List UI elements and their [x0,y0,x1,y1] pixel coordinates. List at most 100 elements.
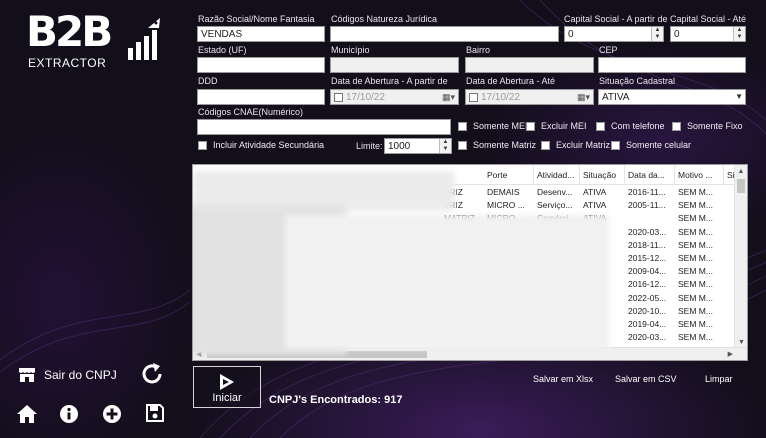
table-cell-data: 2018-11... [628,239,666,250]
calendar-icon[interactable]: ▦▾ [442,92,455,103]
salvar-csv-button[interactable]: Salvar em CSV [615,374,677,384]
table-cell-motivo: SEM M... [678,239,713,250]
table-cell-data: 2016-12... [628,279,667,290]
table-cell-data [625,212,675,225]
estado-input[interactable] [197,57,325,73]
iniciar-button[interactable]: Iniciar [193,366,261,408]
table-cell-data: 2022-05... [628,292,667,303]
estado-label: Estado (UF) [198,45,247,55]
somente-celular-checkbox[interactable]: Somente celular [611,140,691,150]
incluir-secundaria-checkbox[interactable]: Incluir Atividade Secundária [198,140,324,150]
scroll-right-icon[interactable]: ▶ [728,348,733,360]
cep-input[interactable] [598,57,746,73]
situacao-value: ATIVA [602,92,630,103]
cnae-input[interactable] [197,119,451,135]
table-cell-data: 2020-03... [628,332,667,343]
table-cell-motivo: SEM M... [678,187,713,197]
limite-input[interactable]: 1000 ▲ ▼ [384,138,452,154]
capital-max-spinner[interactable]: ▲ ▼ [733,27,745,41]
found-count: CNPJ's Encontrados: 917 [269,394,403,406]
store-exit-icon [19,368,35,382]
scrollbar-thumb[interactable] [737,179,745,193]
capital-max-label: Capital Social - Até [670,14,747,24]
bairro-label: Bairro [466,45,491,55]
save-icon[interactable] [146,404,164,422]
ddd-label: DDD [198,76,218,86]
logo-text: B2B [26,7,113,56]
table-cell-situacao: ATIVA [583,200,607,211]
capital-min-spinner[interactable]: ▲ ▼ [651,27,663,41]
redacted-area [285,215,609,349]
excluir-matriz-checkbox[interactable]: Excluir Matriz [541,140,610,150]
table-cell-motivo: SEM M... [678,279,713,290]
abertura-max-checkbox[interactable] [469,92,478,102]
capital-max-input[interactable]: 0 ▲ ▼ [670,26,746,42]
abertura-min-value: 17/10/22 [346,92,385,103]
calendar-icon[interactable]: ▦▾ [577,92,590,103]
sair-cnpj-label: Sair do CNPJ [44,368,117,382]
table-cell-porte: MICRO ... [487,200,525,211]
limpar-button[interactable]: Limpar [705,374,733,384]
municipio-input[interactable] [330,57,459,73]
com-telefone-checkbox[interactable]: Com telefone [596,121,665,131]
vertical-scrollbar[interactable]: ▲ ▼ [734,165,747,349]
table-cell-data: 2020-10... [628,305,667,316]
somente-mei-checkbox[interactable]: Somente MEI [458,121,528,131]
table-cell-motivo: SEM M... [678,200,713,211]
table-cell-motivo: SEM M... [678,266,713,277]
bairro-input[interactable] [465,57,594,73]
rocket-icon [128,18,160,60]
table-cell-data: 2009-04... [628,266,667,277]
table-cell-data: 2005-11... [628,200,666,211]
situacao-label: Situação Cadastral [599,76,676,86]
iniciar-label: Iniciar [212,392,242,404]
col-porte[interactable]: Porte [484,165,534,185]
table-cell-situacao: ATIVA [583,187,607,197]
razao-input[interactable]: VENDAS [197,26,325,42]
capital-min-input[interactable]: 0 ▲ ▼ [564,26,664,42]
ddd-input[interactable] [197,89,325,105]
home-icon[interactable] [16,404,38,424]
somente-matriz-checkbox[interactable]: Somente Matriz [458,140,536,150]
table-cell-motivo: SEM M... [678,213,713,224]
situacao-select[interactable]: ATIVA ▼ [598,89,746,105]
table-cell-data: 2019-04... [628,319,667,329]
natureza-label: Códigos Natureza Jurídica [331,14,438,24]
abertura-min-label: Data de Abertura - A partir de [331,76,448,86]
sair-cnpj-button[interactable]: Sair do CNPJ [18,367,117,383]
info-icon[interactable] [59,404,79,424]
somente-fixo-checkbox[interactable]: Somente Fixo [672,121,743,131]
limite-label: Limite: [356,141,383,151]
cep-label: CEP [599,45,618,55]
col-situacao[interactable]: Situação [580,165,625,185]
table-cell-porte: DEMAIS [487,187,520,197]
table-cell-data: 2016-11... [628,187,666,197]
abertura-min-date[interactable]: 17/10/22 ▦▾ [330,89,459,105]
table-cell-motivo: SEM M... [678,253,713,263]
refresh-icon[interactable] [140,362,164,386]
scroll-up-icon[interactable]: ▲ [735,165,747,178]
salvar-xlsx-button[interactable]: Salvar em Xlsx [533,374,593,384]
abertura-min-checkbox[interactable] [334,92,343,102]
table-cell-motivo: SEM M... [678,226,713,237]
limite-value: 1000 [388,141,411,152]
municipio-label: Município [331,45,370,55]
chevron-down-icon: ▼ [735,92,743,101]
plus-circle-icon[interactable] [102,404,122,424]
razao-label: Razão Social/Nome Fantasia [198,14,315,24]
limite-spinner[interactable]: ▲ ▼ [439,139,451,153]
col-data[interactable]: Data da... [625,165,675,185]
natureza-input[interactable] [330,26,559,42]
excluir-mei-checkbox[interactable]: Excluir MEI [526,121,587,131]
abertura-max-value: 17/10/22 [481,92,520,103]
col-atividade[interactable]: Atividad... [534,165,580,185]
app-logo: B2B EXTRACTOR [26,7,176,70]
play-icon [220,374,234,390]
table-cell-atividade: Serviço... [537,200,573,211]
logo-subtitle: EXTRACTOR [28,56,107,70]
abertura-max-date[interactable]: 17/10/22 ▦▾ [465,89,594,105]
table-cell-atividade: Desenv... [537,187,573,197]
results-table[interactable]: Porte Atividad... Situação Data da... Mo… [192,164,748,361]
capital-min-label: Capital Social - A partir de [564,14,668,24]
col-motivo[interactable]: Motivo ... [675,165,724,185]
